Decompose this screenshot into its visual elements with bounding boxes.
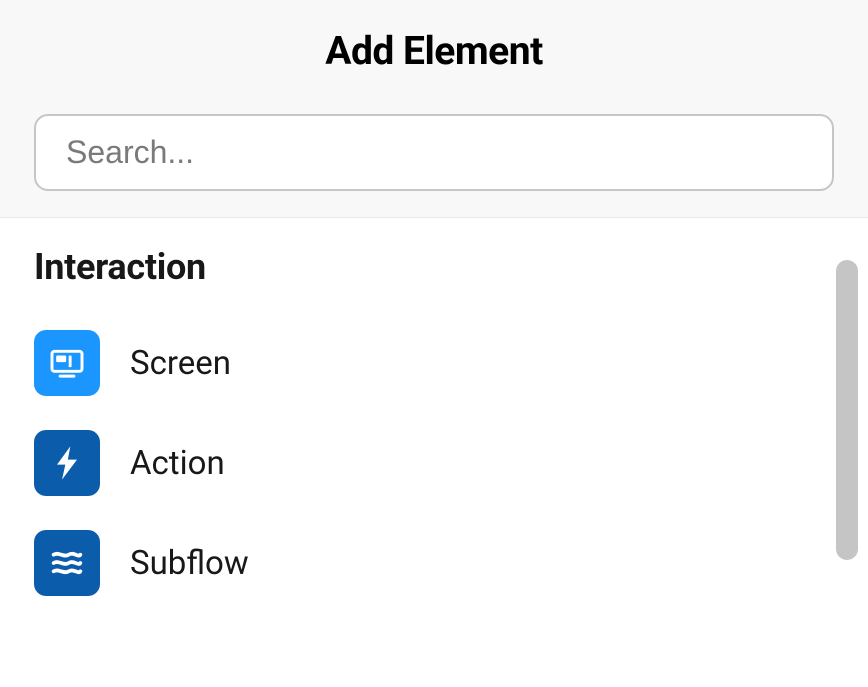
header-region: Add Element [0, 0, 868, 218]
element-item-subflow[interactable]: Subflow [34, 530, 834, 596]
section-label-interaction: Interaction [34, 246, 834, 288]
scrollbar-thumb[interactable] [836, 260, 858, 560]
panel-title: Add Element [34, 28, 834, 74]
element-item-screen[interactable]: Screen [34, 330, 834, 396]
element-item-label: Subflow [130, 544, 249, 583]
search-input[interactable] [34, 114, 834, 191]
flow-icon [34, 530, 100, 596]
element-item-label: Screen [130, 344, 231, 383]
content-region: Interaction Screen Action [0, 218, 868, 665]
screen-icon [34, 330, 100, 396]
elements-scroll-area: Interaction Screen Action [0, 218, 868, 665]
element-item-label: Action [130, 444, 225, 483]
element-item-action[interactable]: Action [34, 430, 834, 496]
lightning-icon [34, 430, 100, 496]
